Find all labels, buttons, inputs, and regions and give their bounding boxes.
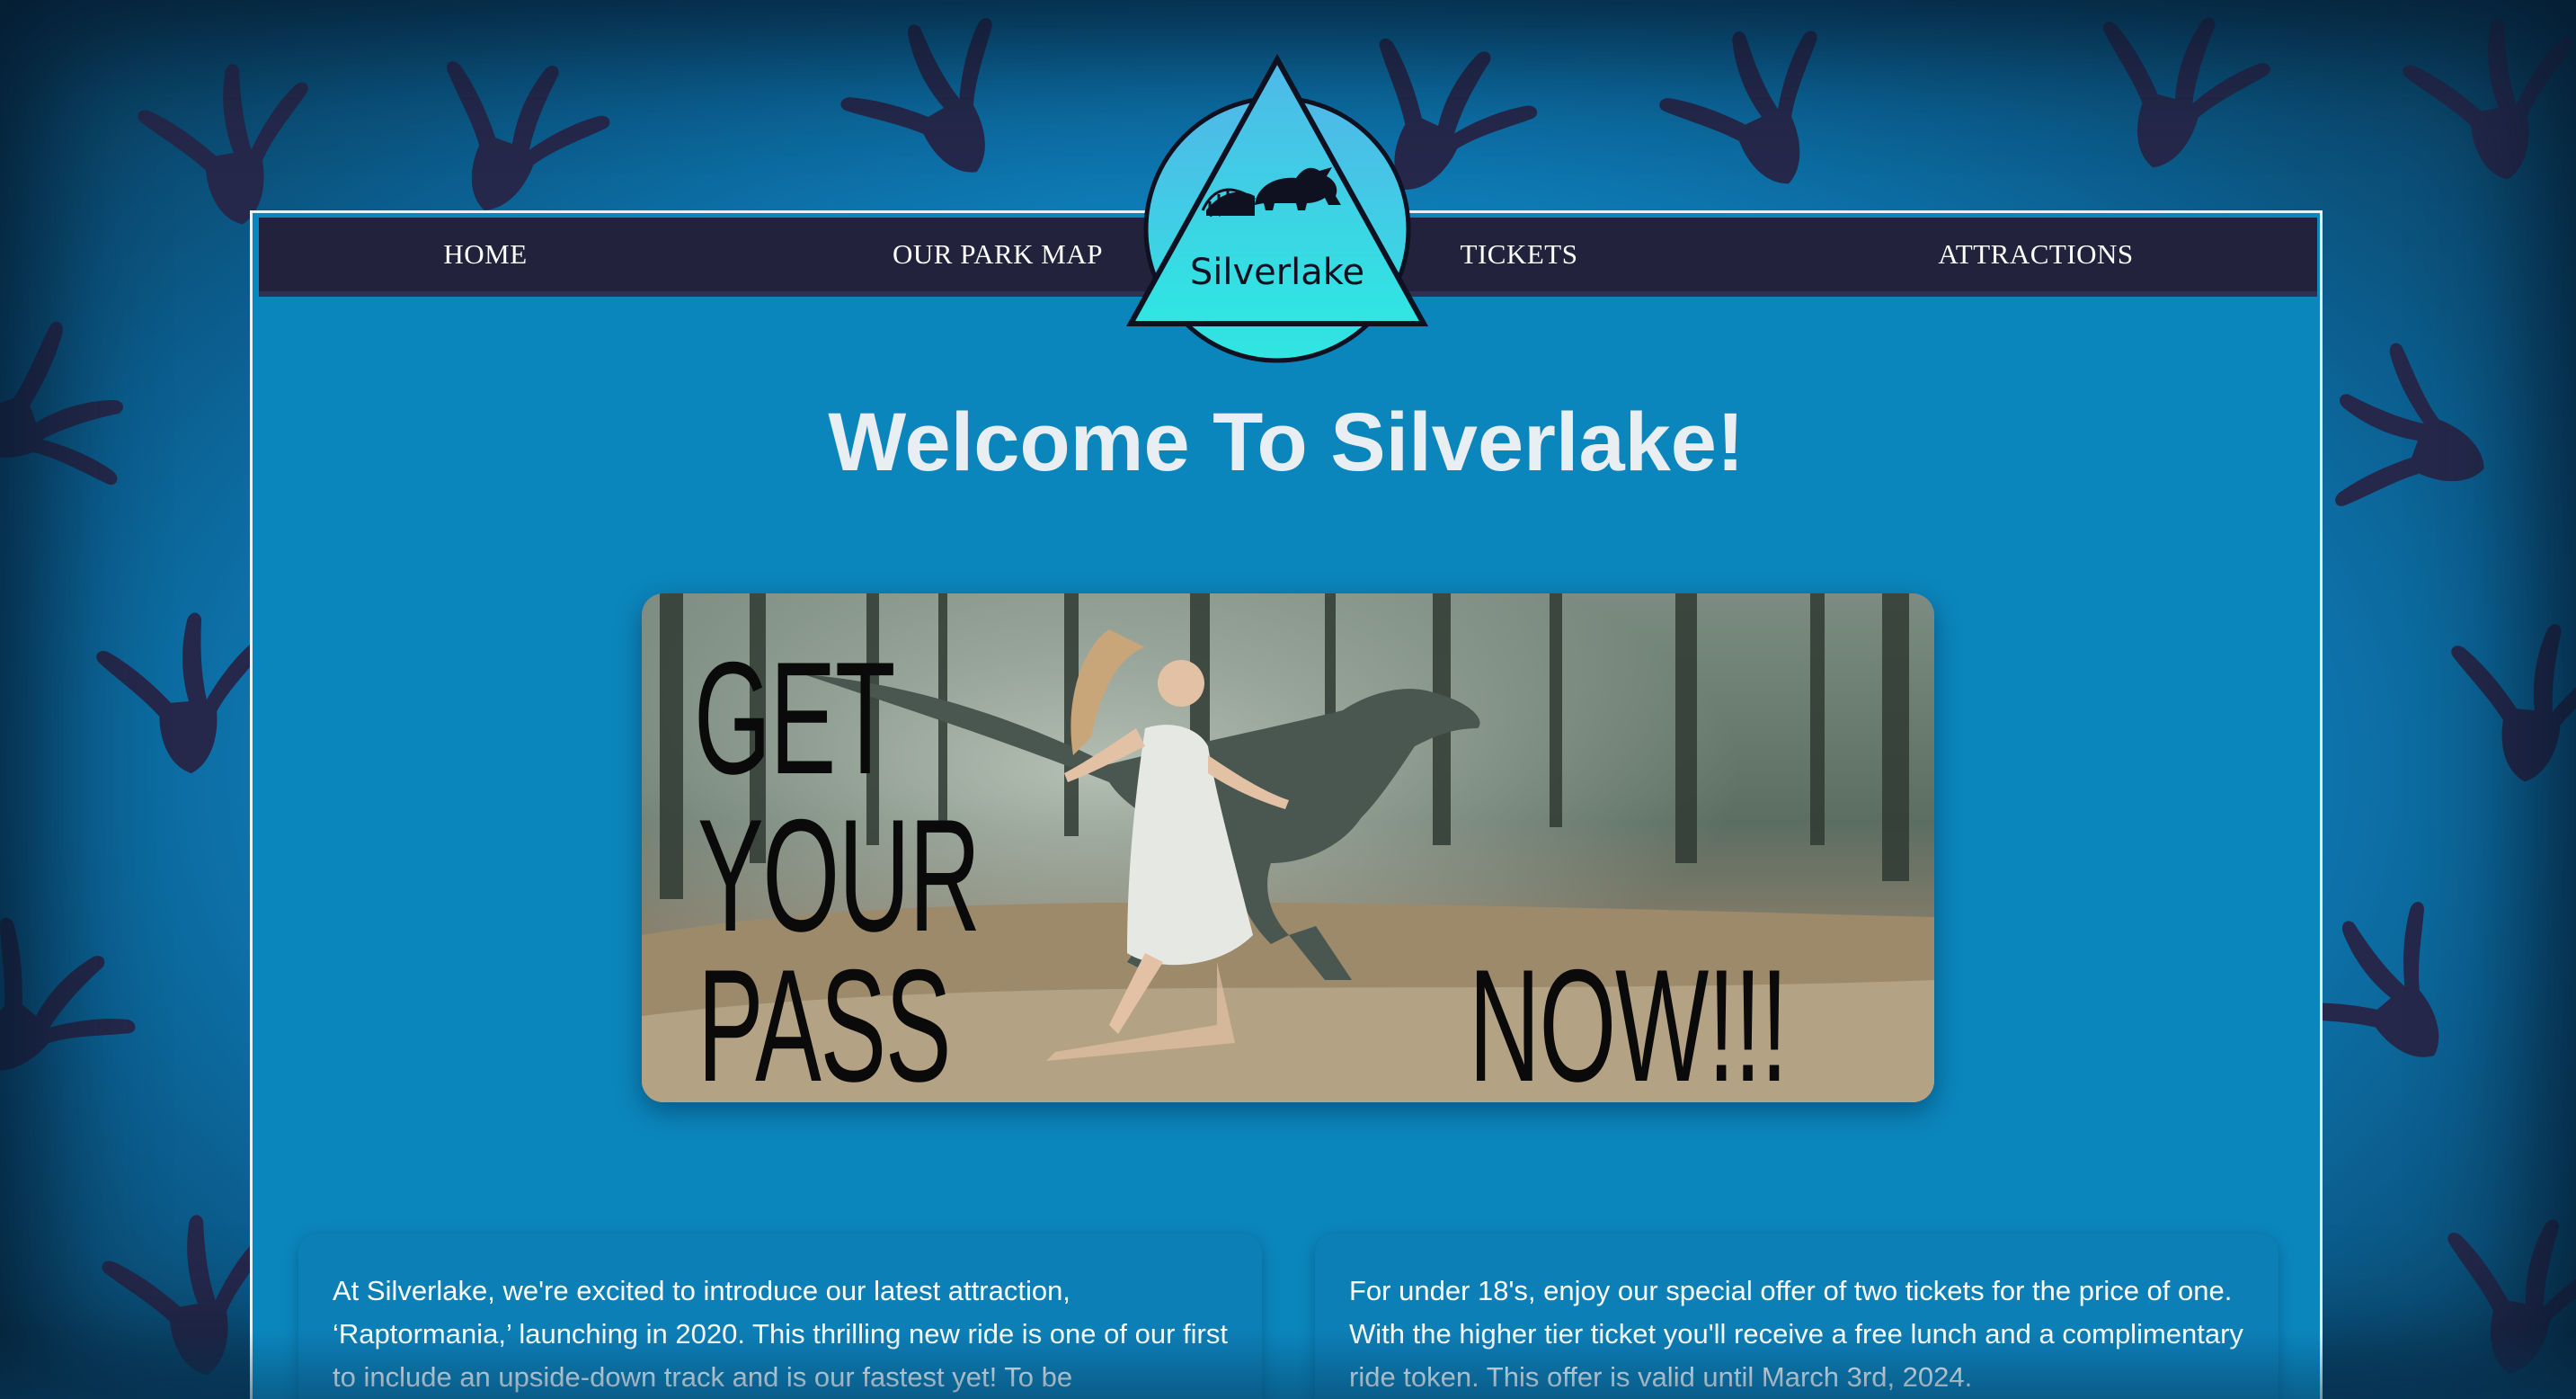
ticket-offer-text: For under 18's, enjoy our special offer …: [1349, 1275, 2243, 1393]
raptormania-info-card: At Silverlake, we're excited to introduc…: [298, 1234, 1262, 1399]
nav-park-map-link[interactable]: OUR PARK MAP: [827, 218, 1168, 291]
nav-tickets-link[interactable]: TICKETS: [1402, 218, 1636, 291]
silverlake-logo[interactable]: [1120, 52, 1435, 367]
nav-attractions-link[interactable]: ATTRACTIONS: [1896, 218, 2175, 291]
nav-home-link[interactable]: HOME: [351, 218, 620, 291]
banner-text-pass: PASS: [697, 936, 952, 1103]
banner-text-your: YOUR: [697, 786, 981, 965]
banner-text-get: GET: [694, 628, 895, 807]
ticket-offer-card: For under 18's, enjoy our special offer …: [1315, 1234, 2278, 1399]
get-your-pass-banner[interactable]: GET YOUR PASS NOW!!!: [642, 593, 1934, 1102]
banner-text-now: NOW!!!: [1469, 936, 1788, 1103]
raptormania-info-text: At Silverlake, we're excited to introduc…: [333, 1275, 1228, 1393]
page-title: Welcome To Silverlake!: [828, 397, 1745, 488]
logo-wordmark: Silverlake: [1189, 252, 1365, 293]
